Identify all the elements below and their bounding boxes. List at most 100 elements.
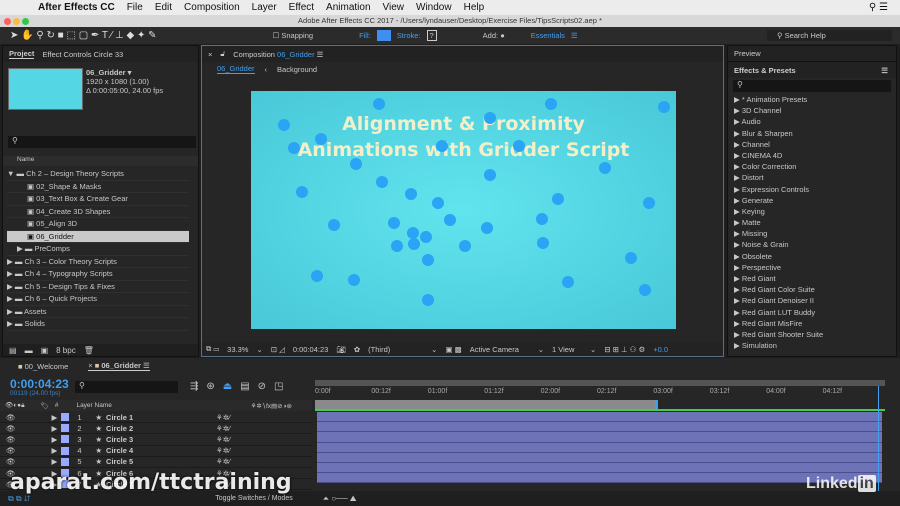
- composition-viewer[interactable]: Alignment & Proximity Animations with Gr…: [251, 91, 676, 329]
- effects-category[interactable]: ▶ Generate: [728, 195, 896, 206]
- col-layer-name[interactable]: Layer Name: [76, 402, 111, 409]
- viewer-options-icons[interactable]: ⊟ ⊞ ⊥ ⚇ ⚙: [604, 345, 645, 354]
- label-color[interactable]: [61, 446, 70, 455]
- effects-category[interactable]: ▶ Noise & Grain: [728, 239, 896, 250]
- effects-category[interactable]: ▶ Blur & Sharpen: [728, 128, 896, 139]
- visibility-eye-icon[interactable]: 👁︎: [6, 446, 16, 455]
- preview-tab[interactable]: Preview: [728, 46, 896, 62]
- toggle-switches-modes[interactable]: Toggle Switches / Modes: [215, 495, 292, 502]
- project-item[interactable]: ▣ 02_Shape & Masks: [7, 181, 189, 193]
- layer-name[interactable]: Circle 1: [106, 413, 216, 422]
- layer-bar[interactable]: [317, 473, 882, 484]
- visibility-eye-icon[interactable]: 👁︎: [6, 435, 16, 444]
- name-column-header[interactable]: Name: [3, 156, 198, 166]
- timeline-search-input[interactable]: ⚲: [75, 381, 178, 393]
- tool-icons[interactable]: ➤ ✋ ⚲ ↻ ■ ⬚ ▢ ✒ T ∕ ⊥ ◆ ✦ ✎: [10, 30, 157, 41]
- effects-search-input[interactable]: ⚲: [733, 80, 891, 92]
- project-item[interactable]: ▼ ▬ Ch 2 – Design Theory Scripts: [7, 168, 189, 181]
- expand-arrow[interactable]: ▶: [52, 435, 58, 444]
- minimize-button[interactable]: [13, 18, 20, 25]
- workspace-menu-icon[interactable]: ☰: [571, 31, 578, 40]
- layer-name[interactable]: Circle 5: [106, 457, 216, 466]
- project-item[interactable]: ▶ ▬ Solids: [7, 318, 189, 331]
- current-time[interactable]: 0:00:04:23: [293, 345, 328, 354]
- menu-composition[interactable]: Composition: [184, 2, 240, 13]
- layer-bar[interactable]: [317, 422, 882, 433]
- layer-row[interactable]: 👁︎ ▶ 2 ★ Circle 2 ⚘✲∕: [0, 423, 312, 435]
- effects-category[interactable]: ▶ Distort: [728, 172, 896, 183]
- label-color[interactable]: [61, 413, 70, 422]
- close-tab-icon[interactable]: ×: [208, 50, 212, 59]
- menu-edit[interactable]: Edit: [155, 2, 172, 13]
- project-item[interactable]: ▣ 06_Gridder: [7, 230, 189, 243]
- snapshot-icon[interactable]: 📷︎: [336, 345, 346, 354]
- expand-arrow[interactable]: ▶: [52, 446, 58, 455]
- layer-switches[interactable]: ⚘✲∕: [216, 424, 230, 433]
- add-button[interactable]: Add: ●: [483, 31, 505, 40]
- view-layout-dropdown[interactable]: 1 View: [552, 345, 582, 354]
- close-button[interactable]: [4, 18, 11, 25]
- lock-icon[interactable]: 🔓︎: [220, 49, 225, 59]
- exposure-value[interactable]: +0.0: [653, 345, 668, 354]
- visibility-eye-icon[interactable]: 👁︎: [6, 457, 16, 466]
- layer-row[interactable]: 👁︎ ▶ 5 ★ Circle 5 ⚘✲∕: [0, 457, 312, 468]
- project-item[interactable]: ▶ ▬ PreComps: [7, 243, 189, 256]
- layer-bar[interactable]: [317, 412, 882, 423]
- tab-project[interactable]: Project: [9, 49, 35, 59]
- always-preview-icon[interactable]: ⧉ ▭: [206, 344, 219, 354]
- new-comp-icon[interactable]: ▣: [41, 346, 49, 355]
- fill-swatch[interactable]: [376, 30, 391, 41]
- footer-toggle-icons[interactable]: ⧉ ⧉ ⇵: [8, 494, 30, 504]
- layer-name[interactable]: Circle 3: [106, 435, 216, 444]
- layer-switches[interactable]: ⚘✲∕: [216, 413, 230, 422]
- project-search-input[interactable]: ⚲: [8, 136, 196, 148]
- comp-name[interactable]: 06_Gridder ▾: [86, 68, 163, 77]
- project-item[interactable]: ▶ ▬ Ch 6 – Quick Projects: [7, 293, 189, 306]
- visibility-eye-icon[interactable]: 👁︎: [6, 413, 16, 422]
- layer-name[interactable]: Circle 2: [106, 424, 216, 433]
- effects-category[interactable]: ▶ Red Giant LUT Buddy: [728, 307, 896, 318]
- tab-composition[interactable]: Composition 06_Gridder ☰: [233, 50, 323, 59]
- effects-category[interactable]: ▶ Keying: [728, 206, 896, 217]
- project-item[interactable]: ▶ ▬ Ch 4 – Typography Scripts: [7, 268, 189, 281]
- trash-icon[interactable]: 🗑: [84, 346, 94, 355]
- menu-effect[interactable]: Effect: [289, 2, 314, 13]
- effects-category[interactable]: ▶ Matte: [728, 217, 896, 228]
- expand-arrow[interactable]: ▶: [52, 457, 58, 466]
- snapping-checkbox[interactable]: ☐ Snapping: [273, 31, 314, 40]
- menu-layer[interactable]: Layer: [252, 2, 277, 13]
- effects-category[interactable]: ▶ Perspective: [728, 262, 896, 273]
- layer-switches[interactable]: ⚘✲∕: [216, 435, 230, 444]
- effects-category[interactable]: ▶ Red Giant: [728, 273, 896, 284]
- effects-category[interactable]: ▶ Obsolete: [728, 251, 896, 262]
- menu-window[interactable]: Window: [416, 2, 452, 13]
- maximize-button[interactable]: [22, 18, 29, 25]
- menu-file[interactable]: File: [127, 2, 143, 13]
- visibility-eye-icon[interactable]: 👁︎: [6, 424, 16, 433]
- effects-category[interactable]: ▶ Channel: [728, 139, 896, 150]
- layer-bar[interactable]: [317, 462, 882, 474]
- stroke-swatch[interactable]: ?: [426, 30, 437, 41]
- layer-row[interactable]: 👁︎ ▶ 3 ★ Circle 3 ⚘✲∕: [0, 434, 312, 446]
- layer-bar[interactable]: [317, 432, 882, 443]
- search-help-field[interactable]: ⚲ Search Help: [767, 30, 892, 41]
- playhead[interactable]: [878, 386, 879, 496]
- breadcrumb-background[interactable]: Background: [277, 65, 317, 74]
- effects-category[interactable]: ▶ Red Giant Denoiser II: [728, 295, 896, 306]
- effects-category[interactable]: ▶ Expression Controls: [728, 184, 896, 195]
- layer-name[interactable]: Circle 4: [106, 446, 216, 455]
- effects-category[interactable]: ▶ Red Giant Color Suite: [728, 284, 896, 295]
- layer-switches[interactable]: ⚘✲∕: [216, 457, 230, 466]
- label-color[interactable]: [61, 457, 70, 466]
- effects-category[interactable]: ▶ Audio: [728, 116, 896, 127]
- camera-dropdown[interactable]: Active Camera: [470, 345, 530, 354]
- workspace-essentials[interactable]: Essentials: [531, 31, 565, 40]
- panel-menu-icon[interactable]: ☰: [881, 66, 888, 75]
- layer-switches[interactable]: ⚘✲∕: [216, 446, 230, 455]
- time-ruler[interactable]: 0:00f 00:12f 01:00f 01:12f 02:00f 02:12f 03:00…: [315, 386, 885, 400]
- project-item[interactable]: ▶ ▬ Ch 5 – Design Tips & Fixes: [7, 281, 189, 293]
- layer-bar[interactable]: [317, 442, 882, 453]
- label-color[interactable]: [61, 424, 70, 433]
- layer-row[interactable]: 👁︎ ▶ 1 ★ Circle 1 ⚘✲∕: [0, 412, 312, 424]
- bpc-button[interactable]: 8 bpc: [56, 346, 76, 355]
